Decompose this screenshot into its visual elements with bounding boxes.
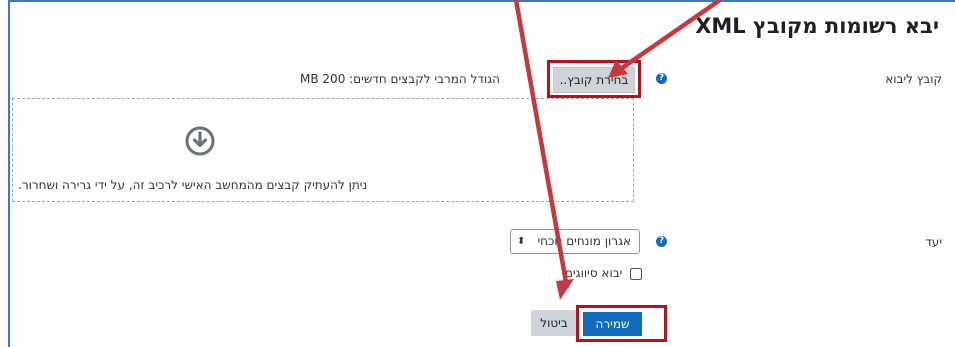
destination-select[interactable]: אגרון מונחים נוכחי ⬍ — [510, 229, 640, 254]
select-arrow-icon: ⬍ — [517, 236, 526, 247]
top-border — [8, 0, 955, 2]
page-frame: יבא רשומות מקובץ XML קובץ ליבוא ? בחירת … — [0, 0, 955, 347]
dropzone-text: ניתן להעתיק קבצים מהמחשב האישי לרכיב זה,… — [18, 178, 368, 192]
destination-label: יעד — [925, 235, 942, 249]
left-border — [8, 0, 10, 347]
import-categories-checkbox[interactable] — [630, 267, 643, 280]
cancel-button[interactable]: ביטול — [531, 310, 577, 336]
highlight-box-save — [576, 305, 667, 342]
download-arrow-icon — [185, 126, 215, 156]
import-categories-row[interactable]: יבוא סיווגים — [565, 266, 643, 280]
help-icon[interactable]: ? — [656, 236, 667, 247]
import-categories-label: יבוא סיווגים — [565, 266, 623, 280]
destination-select-value: אגרון מונחים נוכחי — [537, 234, 631, 248]
import-file-label: קובץ ליבוא — [885, 72, 942, 86]
annotation-arrow-down-head — [556, 279, 574, 300]
page-title: יבא רשומות מקובץ XML — [695, 14, 939, 38]
max-size-text: הגודל המרבי לקבצים חדשים: 200 MB — [300, 72, 501, 86]
help-icon[interactable]: ? — [656, 73, 667, 84]
highlight-box-choose-file — [547, 60, 641, 98]
